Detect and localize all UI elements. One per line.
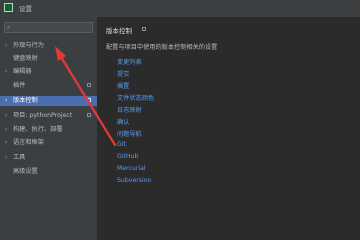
annotation-arrow [55,46,117,147]
annotation-arrow-head [55,46,66,61]
annotation-arrow-shaft [59,55,117,147]
